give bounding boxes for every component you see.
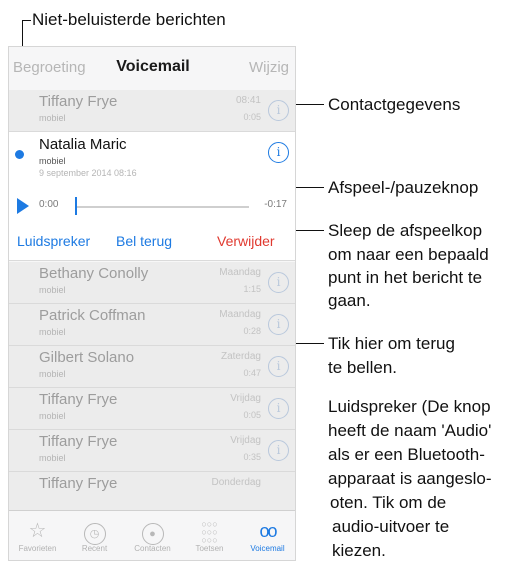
message-duration: 0:05 (243, 112, 261, 122)
caller-label: mobiel (39, 453, 66, 463)
tab-favorites[interactable]: ☆ Favorieten (9, 511, 66, 560)
tab-label: Recent (81, 544, 108, 553)
callout-scrub-2: om naar een bepaald (328, 245, 489, 264)
callout-speaker-1: Luidspreker (De knop (328, 397, 491, 416)
phone-screen: Begroeting Voicemail Wijzig Tiffany Frye… (8, 46, 296, 561)
info-icon[interactable]: i (268, 314, 289, 335)
callout-scrub-4: gaan. (328, 291, 371, 310)
voicemail-row[interactable]: Tiffany Frye mobiel Vrijdag 0:05 i (9, 388, 295, 430)
caller-label: mobiel (39, 156, 66, 166)
star-icon: ☆ (28, 520, 47, 542)
caller-name: Tiffany Frye (39, 391, 118, 408)
voicemail-row[interactable]: Tiffany Frye mobiel 08:41 0:05 i (9, 90, 295, 132)
message-date: 9 september 2014 08:16 (39, 168, 137, 178)
tab-label: Contacten (134, 544, 171, 553)
info-icon[interactable]: i (268, 398, 289, 419)
info-icon[interactable]: i (268, 440, 289, 461)
info-icon[interactable]: i (268, 272, 289, 293)
contacts-icon: ● (124, 518, 181, 545)
message-date: Vrijdag (230, 393, 261, 404)
tab-contacts[interactable]: ● Contacten (124, 511, 181, 560)
message-date: Donderdag (211, 477, 261, 488)
voicemail-row[interactable]: Patrick Coffman mobiel Maandag 0:28 i (9, 304, 295, 346)
edit-button[interactable]: Wijzig (249, 59, 289, 76)
callout-speaker-2: heeft de naam 'Audio' (328, 421, 492, 440)
selected-voicemail[interactable]: Natalia Maric mobiel 9 september 2014 08… (9, 132, 295, 261)
callout-speaker-4: apparaat is aangeslo- (328, 469, 492, 488)
tab-bar: ☆ Favorieten ◷ Recent ● Contacten ○○○ ○○○… (9, 510, 295, 560)
message-duration: 0:28 (243, 326, 261, 336)
caller-name: Patrick Coffman (39, 307, 146, 324)
scrubber-handle[interactable] (75, 197, 77, 215)
voicemail-row[interactable]: Tiffany Frye mobiel Vrijdag 0:35 i (9, 430, 295, 472)
message-date: 08:41 (235, 95, 261, 106)
callout-speaker-5: oten. Tik om de (330, 493, 447, 512)
leader-unheard-h (22, 20, 31, 21)
message-date: Maandag (219, 267, 261, 278)
callout-speaker-3: als er een Bluetooth- (328, 445, 485, 464)
callout-play-pause: Afspeel-/pauzeknop (328, 178, 479, 197)
caller-name: Tiffany Frye (39, 433, 118, 450)
message-duration: 0:47 (243, 368, 261, 378)
tab-recent[interactable]: ◷ Recent (66, 511, 123, 560)
remaining-time: -0:17 (264, 199, 287, 210)
callout-speaker-7: kiezen. (332, 541, 386, 560)
callout-contact: Contactgegevens (328, 95, 461, 114)
voicemail-row[interactable]: Tiffany Frye Donderdag (9, 472, 295, 514)
delete-button[interactable]: Verwijder (217, 233, 275, 249)
message-duration: 1:15 (243, 284, 261, 294)
tab-label: Toetsen (195, 544, 224, 553)
caller-name: Gilbert Solano (39, 349, 135, 366)
caller-name: Natalia Maric (39, 136, 127, 153)
tab-label: Favorieten (18, 544, 57, 553)
voicemail-row[interactable]: Bethany Conolly mobiel Maandag 1:15 i (9, 262, 295, 304)
caller-name: Tiffany Frye (39, 475, 118, 492)
message-duration: 0:05 (243, 410, 261, 420)
caller-name: Bethany Conolly (39, 265, 149, 282)
voicemail-row[interactable]: Gilbert Solano mobiel Zaterdag 0:47 i (9, 346, 295, 388)
keypad-icon: ○○○ ○○○ ○○○ (201, 519, 218, 545)
callout-speaker-6: audio-uitvoer te (332, 517, 450, 536)
caller-label: mobiel (39, 113, 66, 123)
caller-label: mobiel (39, 369, 66, 379)
message-date: Vrijdag (230, 435, 261, 446)
info-icon[interactable]: i (268, 142, 289, 163)
callout-scrub-1: Sleep de afspeelkop (328, 221, 483, 240)
caller-label: mobiel (39, 411, 66, 421)
voicemail-icon: oo (259, 521, 277, 541)
callout-scrub-3: punt in het bericht te (328, 268, 483, 287)
elapsed-time: 0:00 (39, 199, 59, 210)
callout-callback-2: te bellen. (328, 358, 397, 377)
callout-callback-1: Tik hier om terug (328, 334, 455, 353)
info-icon[interactable]: i (268, 356, 289, 377)
play-icon[interactable] (17, 198, 29, 214)
caller-name: Tiffany Frye (39, 93, 118, 110)
message-date: Maandag (219, 309, 261, 320)
message-duration: 0:35 (243, 452, 261, 462)
unread-dot-icon (15, 150, 24, 159)
info-icon[interactable]: i (268, 100, 289, 121)
message-date: Zaterdag (220, 351, 261, 362)
tab-label: Voicemail (250, 544, 285, 553)
caller-label: mobiel (39, 285, 66, 295)
clock-icon: ◷ (66, 518, 123, 545)
caller-label: mobiel (39, 327, 66, 337)
call-back-button[interactable]: Bel terug (116, 233, 172, 249)
tab-keypad[interactable]: ○○○ ○○○ ○○○ Toetsen (181, 511, 238, 560)
nav-bar: Begroeting Voicemail Wijzig (9, 47, 295, 91)
tab-voicemail[interactable]: oo Voicemail (239, 511, 295, 560)
callout-unheard: Niet-beluisterde berichten (32, 10, 226, 29)
scrubber-track[interactable] (77, 206, 249, 208)
speaker-button[interactable]: Luidspreker (17, 233, 90, 249)
